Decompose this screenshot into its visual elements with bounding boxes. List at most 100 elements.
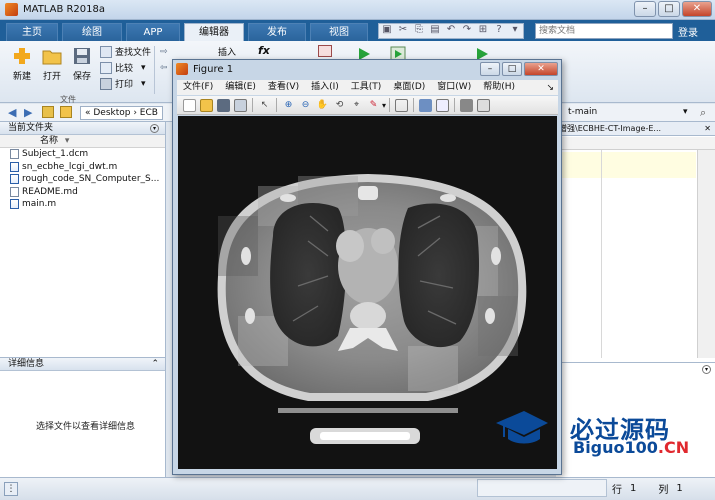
command-menu-icon[interactable]: ▾ — [702, 365, 711, 374]
current-path[interactable]: « Desktop › ECB — [80, 106, 163, 120]
cut-quick-icon[interactable]: ✂ — [395, 24, 411, 38]
save-figure-icon[interactable] — [217, 98, 230, 112]
figure-toolbar: ↖ ⊕ ⊖ ✋ ⟲ ⌖ ✎ ▾ — [177, 96, 558, 115]
figure-maximize-icon[interactable]: □ — [502, 62, 522, 76]
close-icon[interactable]: ✕ — [682, 1, 712, 17]
name-column-header[interactable]: 名称 ▾ — [0, 135, 165, 148]
file-row[interactable]: README.md — [0, 186, 165, 199]
figure-close-icon[interactable]: ✕ — [524, 62, 558, 76]
compare-label: 比较 — [115, 64, 134, 74]
menu-view[interactable]: 查看(V) — [262, 80, 305, 95]
find-files-label: 查找文件 — [115, 48, 152, 58]
nav-go-icon[interactable]: ⇨ — [160, 47, 168, 57]
search-documentation-input[interactable]: 搜索文档 — [535, 23, 673, 39]
toolbar-separator — [454, 98, 456, 112]
open-button[interactable]: 打开 — [40, 46, 64, 82]
switch-windows-icon[interactable]: ⊞ — [475, 24, 491, 38]
zoom-out-icon[interactable]: ⊖ — [299, 99, 312, 112]
menu-tools[interactable]: 工具(T) — [345, 80, 388, 95]
details-collapse-icon[interactable]: ⌃ — [151, 358, 159, 370]
compare-dropdown-icon[interactable]: ▾ — [141, 63, 146, 73]
back-arrow-icon[interactable]: ◀ — [8, 106, 16, 119]
print-dropdown-icon[interactable]: ▾ — [141, 79, 146, 89]
toolstrip-divider — [154, 46, 155, 94]
quick-access-toolbar: ▣ ✂ ⎘ ▤ ↶ ↷ ⊞ ? ▾ — [378, 23, 524, 39]
find-files-icon — [100, 45, 112, 58]
link-plot-icon[interactable] — [395, 98, 409, 112]
zoom-in-icon[interactable]: ⊕ — [282, 99, 295, 112]
new-button[interactable]: 新建 — [10, 46, 34, 82]
details-panel: 详细信息 ⌃ — [0, 357, 166, 477]
file-row[interactable]: rough_code_SN_Computer_S... — [0, 173, 165, 186]
watermark-domain: Biguo100.CN — [573, 438, 690, 457]
new-figure-icon[interactable] — [183, 98, 196, 112]
show-plot-tools-icon[interactable] — [477, 98, 491, 112]
tab-publish[interactable]: 发布 — [248, 23, 306, 41]
menu-dock-icon[interactable]: ↘ — [546, 83, 558, 93]
paste-quick-icon[interactable]: ▤ — [427, 24, 443, 38]
up-folder-icon[interactable] — [42, 106, 54, 118]
rotate-icon[interactable]: ⟲ — [333, 99, 346, 112]
insert-button[interactable]: 插入 — [218, 45, 236, 58]
brush-icon[interactable]: ✎ — [367, 99, 380, 112]
editor-tab-label: 增强\ECBHE-CT-Image-E... — [559, 124, 662, 133]
minimize-icon[interactable]: – — [634, 1, 656, 17]
tab-editor[interactable]: 编辑器 — [184, 23, 244, 41]
menu-desktop[interactable]: 桌面(D) — [387, 80, 431, 95]
undo-quick-icon[interactable]: ↶ — [443, 24, 459, 38]
print-figure-icon[interactable] — [234, 98, 247, 112]
brush-dropdown-icon[interactable]: ▾ — [382, 101, 386, 110]
colorbar-icon[interactable] — [419, 98, 433, 112]
new-button-label: 新建 — [12, 72, 31, 82]
figure-minimize-icon[interactable]: – — [480, 62, 500, 76]
menu-file[interactable]: 文件(F) — [177, 80, 219, 95]
legend-icon[interactable] — [436, 98, 450, 112]
data-cursor-icon[interactable]: ⌖ — [350, 99, 363, 112]
login-button[interactable]: 登录 — [678, 24, 698, 39]
print-button[interactable]: 打印 ▾ — [100, 77, 146, 90]
status-menu-icon[interactable]: ⋮ — [4, 482, 18, 496]
breakpoint-icon[interactable] — [318, 45, 332, 57]
open-file-icon[interactable] — [200, 98, 213, 112]
tab-view[interactable]: 视图 — [310, 23, 368, 41]
tab-plots[interactable]: 绘图 — [62, 23, 122, 41]
path-dropdown-icon[interactable]: ▾ — [683, 107, 688, 117]
hide-plot-tools-icon[interactable] — [460, 98, 474, 112]
print-icon — [100, 77, 112, 90]
menu-edit[interactable]: 编辑(E) — [219, 80, 262, 95]
maximize-icon[interactable]: □ — [658, 1, 680, 17]
save-disk-icon — [74, 48, 90, 64]
nav-back-icon[interactable]: ⇦ — [160, 63, 168, 73]
figure-menubar: 文件(F) 编辑(E) 查看(V) 插入(I) 工具(T) 桌面(D) 窗口(W… — [177, 80, 558, 95]
pan-icon[interactable]: ✋ — [316, 99, 329, 112]
menu-window[interactable]: 窗口(W) — [431, 80, 477, 95]
tab-home[interactable]: 主页 — [6, 23, 58, 41]
find-files-button[interactable]: 查找文件 — [100, 45, 151, 58]
file-row[interactable]: Subject_1.dcm — [0, 148, 165, 161]
fx-icon[interactable]: fx — [258, 44, 270, 57]
browse-folder-icon[interactable] — [60, 106, 72, 118]
tab-apps[interactable]: APP — [126, 23, 180, 41]
editor-tab[interactable]: 增强\ECBHE-CT-Image-E... ✕ — [556, 122, 715, 136]
save-button[interactable]: 保存 — [70, 46, 94, 82]
menu-help[interactable]: 帮助(H) — [477, 80, 521, 95]
file-row[interactable]: sn_ecbhe_lcgi_dwt.m — [0, 161, 165, 174]
path-search-icon[interactable]: ⌕ — [700, 106, 706, 120]
help-quick-icon[interactable]: ? — [491, 24, 507, 38]
open-folder-icon — [42, 50, 62, 65]
status-bar: ⋮ — [0, 477, 715, 500]
file-icon — [10, 186, 19, 197]
redo-quick-icon[interactable]: ↷ — [459, 24, 475, 38]
compare-button[interactable]: 比较 ▾ — [100, 61, 146, 74]
forward-arrow-icon[interactable]: ▶ — [24, 106, 32, 119]
save-quick-icon[interactable]: ▣ — [379, 24, 395, 38]
qat-dropdown-icon[interactable]: ▾ — [507, 24, 523, 38]
editor-close-icon[interactable]: ✕ — [704, 122, 715, 135]
save-button-label: 保存 — [72, 72, 91, 82]
menu-insert[interactable]: 插入(I) — [305, 80, 345, 95]
editor-scrollbar[interactable] — [697, 150, 715, 358]
pointer-icon[interactable]: ↖ — [258, 99, 271, 112]
copy-quick-icon[interactable]: ⎘ — [411, 24, 427, 38]
panel-menu-icon[interactable]: ▾ — [150, 123, 159, 133]
file-row[interactable]: main.m — [0, 198, 165, 211]
